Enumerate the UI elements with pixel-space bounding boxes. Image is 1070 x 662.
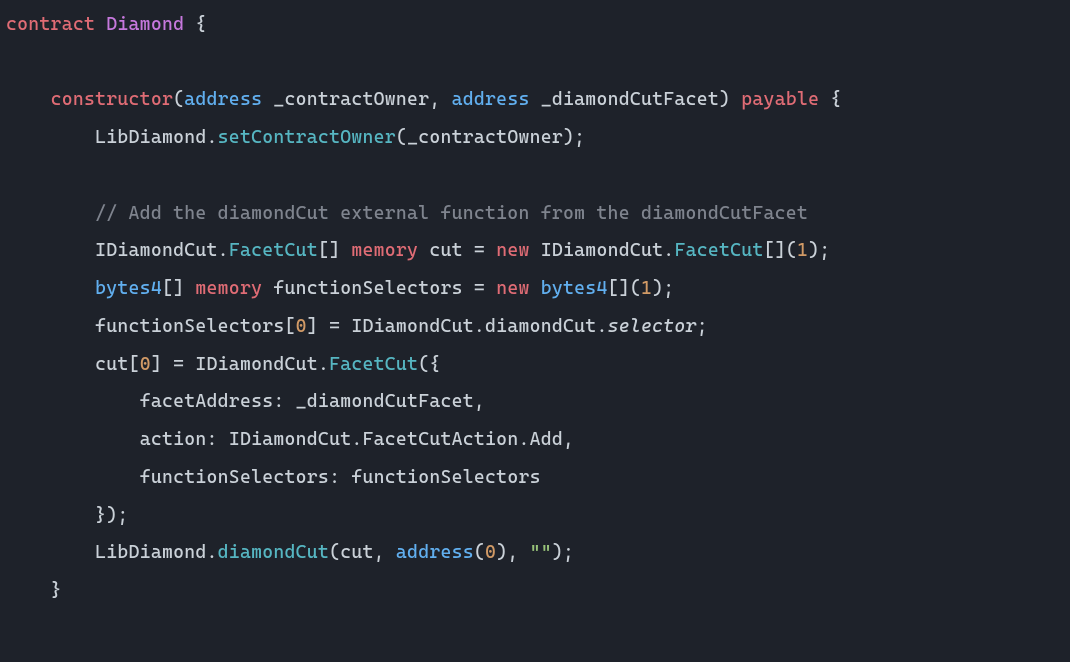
keyword-payable: payable xyxy=(741,89,819,110)
fn-diamondcut: diamondCut xyxy=(485,316,596,337)
type-bytes4: bytes4 xyxy=(95,278,162,299)
keyword-constructor: constructor xyxy=(51,89,174,110)
key-function-selectors: functionSelectors xyxy=(140,467,329,488)
key-facet-address: facetAddress xyxy=(140,391,274,412)
enum-add: Add xyxy=(530,429,563,450)
keyword-contract: contract xyxy=(6,14,95,35)
arg-contract-owner: _contractOwner xyxy=(407,127,563,148)
prop-selector: selector xyxy=(608,316,697,337)
var-cut: cut xyxy=(429,240,462,261)
type-facetcutaction: FacetCutAction xyxy=(363,429,519,450)
identifier-libdiamond: LibDiamond xyxy=(95,127,206,148)
key-action: action xyxy=(140,429,207,450)
fn-set-contract-owner: setContractOwner xyxy=(218,127,396,148)
comment-line: // Add the diamondCut external function … xyxy=(95,203,808,224)
param-contract-owner: _contractOwner xyxy=(273,89,429,110)
identifier-idiamondcut: IDiamondCut xyxy=(95,240,218,261)
contract-name: Diamond xyxy=(106,14,184,35)
var-function-selectors: functionSelectors xyxy=(273,278,462,299)
param-diamond-cut-facet: _diamondCutFacet xyxy=(541,89,719,110)
number-one: 1 xyxy=(797,240,808,261)
number-zero: 0 xyxy=(296,316,307,337)
type-address: address xyxy=(184,89,262,110)
string-empty: "" xyxy=(530,542,552,563)
fn-diamondcut: diamondCut xyxy=(218,542,329,563)
keyword-new: new xyxy=(496,240,529,261)
brace: { xyxy=(184,14,206,35)
type-address: address xyxy=(452,89,530,110)
keyword-memory: memory xyxy=(351,240,418,261)
type-facetcut: FacetCut xyxy=(229,240,318,261)
code-block: contract Diamond { constructor(address _… xyxy=(6,6,1064,610)
